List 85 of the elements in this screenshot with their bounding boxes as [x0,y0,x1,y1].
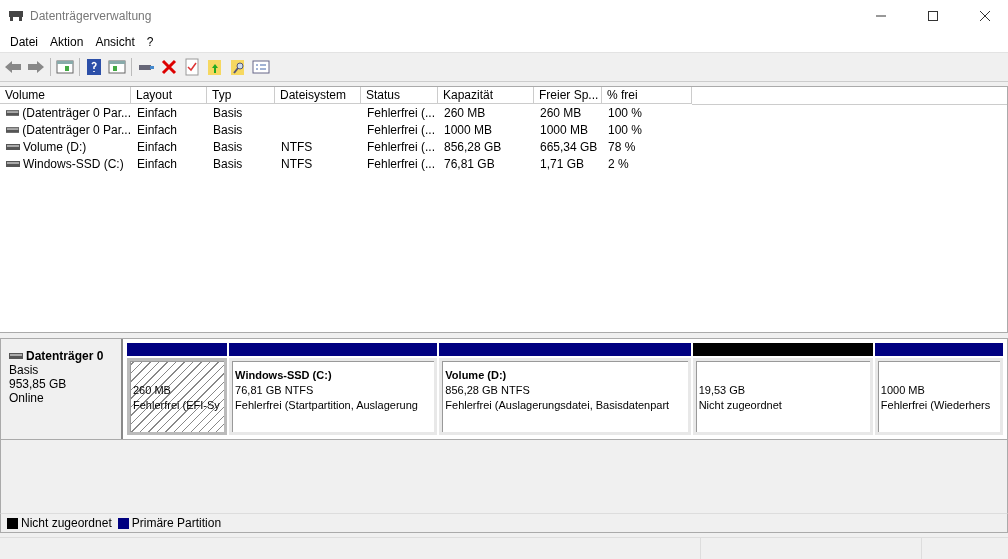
column-header[interactable]: Freier Sp... [534,87,602,104]
table-cell: 100 % [608,105,643,120]
table-cell: Basis [213,105,243,120]
table-cell: Fehlerfrei (... [367,139,435,154]
column-header[interactable]: % frei [602,87,692,104]
delete-icon[interactable] [160,58,178,76]
table-cell: Fehlerfrei (... [367,105,435,120]
drive-icon [9,352,23,360]
maximize-icon [928,11,938,21]
table-cell: NTFS [281,156,313,171]
column-header[interactable]: Dateisystem [275,87,361,104]
table-cell: 1000 MB [540,122,589,137]
checklist-icon[interactable] [183,58,201,76]
back-arrow-icon[interactable] [4,58,22,76]
table-cell: 260 MB [540,105,582,120]
table-cell: 1,71 GB [540,156,585,171]
table-cell: 78 % [608,139,636,154]
table-cell: Basis [213,122,243,137]
partition-block[interactable]: Volume (D:) 856,28 GB NTFS Fehlerfrei (Auslagerungsdatei, Basisdatenpart [439,358,691,435]
disk-size: 953,85 GB [9,377,68,391]
menu-item[interactable]: ? [140,35,160,49]
folder-up-icon[interactable] [206,58,224,76]
table-cell: 2 % [608,156,629,171]
partition-name: Volume (D:) [445,368,508,383]
table-cell: Einfach [137,105,178,120]
partition-block[interactable]: Windows-SSD (C:) 76,81 GB NTFS Fehlerfrei (Startpartition, Auslagerung [229,358,438,435]
folder-search-icon[interactable] [229,58,247,76]
table-cell: Einfach [137,156,178,171]
partition-size: 260 MB [133,383,172,398]
drive-icon [6,142,20,151]
column-header[interactable]: Typ [207,87,275,104]
partition-status: Nicht zugeordnet [698,398,783,413]
close-icon [980,11,990,21]
table-cell: Fehlerfrei (... [367,156,435,171]
properties-list-icon[interactable] [252,58,270,76]
partition-status: Fehlerfrei (EFI-Sy [133,398,221,413]
table-cell: Volume (D:) [23,139,87,154]
table-cell: Einfach [137,122,178,137]
disk-name: Datenträger 0 [26,349,104,363]
column-header[interactable]: Volume [0,87,131,104]
partition-size: 19,53 GB [698,383,747,398]
table-cell: Einfach [137,139,178,154]
disk-type: Basis [9,363,40,377]
partition-size: 856,28 GB NTFS [445,383,531,398]
menu-item[interactable]: Datei [4,35,44,49]
legend-label: Primäre Partition [131,516,222,530]
column-header[interactable]: Layout [131,87,207,104]
table-cell: Windows-SSD (C:) [23,156,124,171]
partition-block[interactable]: 19,53 GB Nicht zugeordnet [692,358,873,435]
disk-management-icon [8,9,24,23]
drive-icon [6,159,20,168]
disk-info-panel[interactable]: Datenträger 0 Basis 953,85 GB Online [1,339,123,439]
action-pane-icon[interactable] [108,58,126,76]
partition-status: Fehlerfrei (Startpartition, Auslagerung [235,398,419,413]
table-cell: (Datenträger 0 Par... [22,122,131,137]
table-cell: Basis [213,156,243,171]
table-cell: 100 % [608,122,643,137]
legend-label: Nicht zugeordnet [21,516,112,530]
help-icon[interactable] [85,58,103,76]
table-cell: 76,81 GB [444,156,495,171]
forward-arrow-icon[interactable] [27,58,45,76]
column-header[interactable]: Kapazität [438,87,534,104]
menu-item[interactable]: Ansicht [89,35,141,49]
table-cell: (Datenträger 0 Par... [22,105,131,120]
partition-block[interactable]: 260 MB Fehlerfrei (EFI-Sy [127,358,228,435]
table-cell: Fehlerfrei (... [367,122,435,137]
partition-name: Windows-SSD (C:) [235,368,333,383]
partition-size: 76,81 GB NTFS [235,383,315,398]
table-cell: NTFS [281,139,313,154]
window-title: Datenträgerverwaltung [30,9,153,23]
table-cell: 665,34 GB [540,139,598,154]
table-cell: 856,28 GB [444,139,502,154]
table-cell: 260 MB [444,105,486,120]
console-tree-icon[interactable] [56,58,74,76]
disk-state: Online [9,391,45,405]
column-header[interactable]: Status [361,87,438,104]
drive-icon [6,125,20,134]
table-cell: 1000 MB [444,122,493,137]
partition-status: Fehlerfrei (Auslagerungsdatei, Basisdatenpart [445,398,671,413]
partition-size: 1000 MB [880,383,926,398]
menu-item[interactable]: Aktion [44,35,90,49]
drive-icon [6,108,20,117]
table-cell: Basis [213,139,243,154]
partition-status: Fehlerfrei (Wiederhers [880,398,992,413]
partition-block[interactable]: 1000 MB Fehlerfrei (Wiederhers [874,358,1003,435]
